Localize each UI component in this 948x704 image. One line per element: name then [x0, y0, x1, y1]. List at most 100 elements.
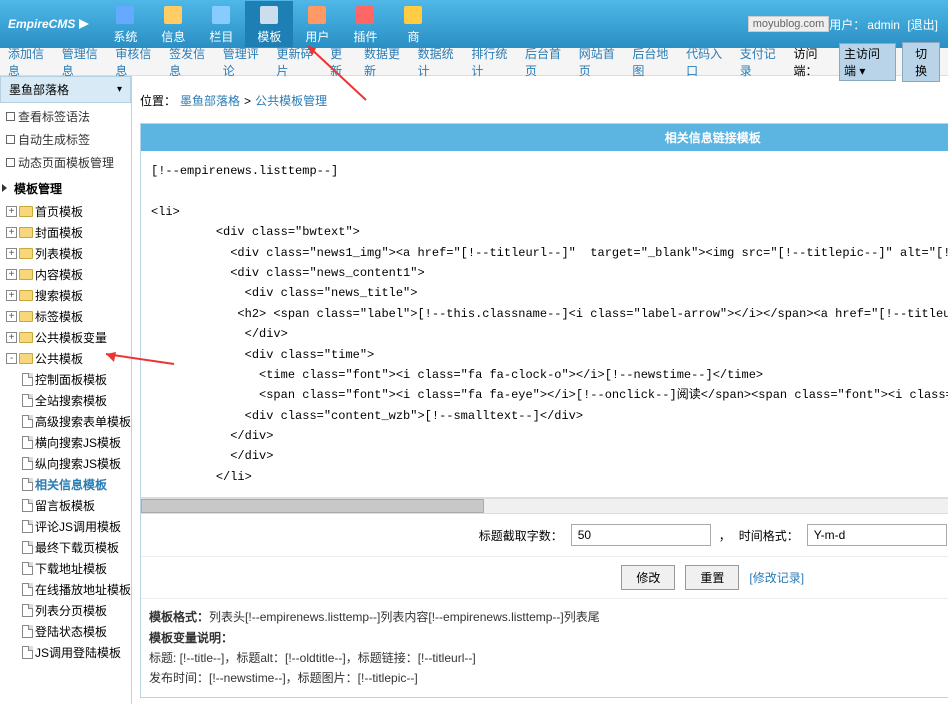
menu-数据统计[interactable]: 数据统计: [418, 45, 458, 79]
folder-icon: [19, 227, 33, 238]
menu-bar: 添加信息管理信息审核信息签发信息管理评论更新碎片更新数据更新数据统计排行统计后台…: [0, 48, 948, 76]
username-link[interactable]: admin: [867, 18, 900, 32]
template-code[interactable]: [!--empirenews.listtemp--] <li> <div cla…: [141, 151, 948, 498]
menu-更新碎片[interactable]: 更新碎片: [276, 45, 316, 79]
menu-更新[interactable]: 更新: [330, 45, 350, 79]
file-icon: [22, 373, 33, 386]
form-row: 标题截取字数： ， 时间格式：: [141, 514, 948, 557]
tree-item-纵向搜索JS模板[interactable]: 纵向搜索JS模板: [0, 453, 131, 474]
expand-icon[interactable]: +: [6, 248, 17, 259]
tree-item-全站搜索模板[interactable]: 全站搜索模板: [0, 390, 131, 411]
file-icon: [22, 457, 33, 470]
menu-后台首页[interactable]: 后台首页: [525, 45, 565, 79]
breadcrumb: 位置： 墨鱼部落格 > 公共模板管理 进入数据更新: [140, 82, 948, 123]
tree-item-评论JS调用模板[interactable]: 评论JS调用模板: [0, 516, 131, 537]
nav-icon: [257, 3, 281, 27]
panel-title: 相关信息链接模板: [141, 124, 948, 151]
menu-网站首页[interactable]: 网站首页: [579, 45, 619, 79]
tree-item-列表分页模板[interactable]: 列表分页模板: [0, 600, 131, 621]
menu-代码入口[interactable]: 代码入口: [686, 45, 726, 79]
file-icon: [22, 520, 33, 533]
file-icon: [22, 646, 33, 659]
expand-icon[interactable]: +: [6, 290, 17, 301]
menu-管理信息[interactable]: 管理信息: [62, 45, 102, 79]
file-icon: [22, 436, 33, 449]
tree-item-下载地址模板[interactable]: 下载地址模板: [0, 558, 131, 579]
tree-item-登陆状态模板[interactable]: 登陆状态模板: [0, 621, 131, 642]
menu-管理评论[interactable]: 管理评论: [223, 45, 263, 79]
quick-动态页面模板管理[interactable]: 动态页面模板管理: [0, 151, 131, 174]
folder-icon: [19, 269, 33, 280]
tree-item-留言板模板[interactable]: 留言板模板: [0, 495, 131, 516]
topnav-用户[interactable]: 用户: [293, 1, 341, 47]
tree-item-最终下载页模板[interactable]: 最终下载页模板: [0, 537, 131, 558]
tree-搜索模板[interactable]: +搜索模板: [0, 285, 131, 306]
file-icon: [22, 541, 33, 554]
expand-icon[interactable]: -: [6, 353, 17, 364]
expand-icon[interactable]: +: [6, 269, 17, 280]
menu-支付记录[interactable]: 支付记录: [740, 45, 780, 79]
sidebar: 墨鱼部落格▾ 查看标签语法自动生成标签动态页面模板管理 模板管理 +首页模板+封…: [0, 76, 132, 704]
file-icon: [22, 394, 33, 407]
topnav-系统[interactable]: 系统: [101, 1, 149, 47]
modify-log-link[interactable]: [修改记录]: [749, 569, 804, 586]
expand-icon[interactable]: +: [6, 227, 17, 238]
menu-排行统计[interactable]: 排行统计: [471, 45, 511, 79]
time-format-input[interactable]: [807, 524, 947, 546]
visit-select[interactable]: 主访问端 ▾: [839, 43, 896, 81]
horizontal-scrollbar[interactable]: [141, 498, 948, 514]
tree-item-JS调用登陆模板[interactable]: JS调用登陆模板: [0, 642, 131, 663]
quick-查看标签语法[interactable]: 查看标签语法: [0, 105, 131, 128]
nav-icon: [113, 3, 137, 27]
tree-标签模板[interactable]: +标签模板: [0, 306, 131, 327]
breadcrumb-link[interactable]: 墨鱼部落格: [180, 92, 240, 109]
tree-item-控制面板模板[interactable]: 控制面板模板: [0, 369, 131, 390]
watermark: moyublog.com: [748, 16, 830, 32]
tree-首页模板[interactable]: +首页模板: [0, 201, 131, 222]
main-area: 位置： 墨鱼部落格 > 公共模板管理 进入数据更新 相关信息链接模板 [!--e…: [132, 76, 948, 704]
tree-列表模板[interactable]: +列表模板: [0, 243, 131, 264]
sidebar-header[interactable]: 墨鱼部落格▾: [0, 76, 131, 103]
tree-item-横向搜索JS模板[interactable]: 横向搜索JS模板: [0, 432, 131, 453]
tree-封面模板[interactable]: +封面模板: [0, 222, 131, 243]
logout-link[interactable]: [退出]: [907, 18, 938, 32]
tree-item-相关信息模板[interactable]: 相关信息模板: [0, 474, 131, 495]
top-nav: 系统信息栏目模板用户插件商: [101, 1, 747, 47]
tree-内容模板[interactable]: +内容模板: [0, 264, 131, 285]
menu-数据更新[interactable]: 数据更新: [364, 45, 404, 79]
menu-添加信息[interactable]: 添加信息: [8, 45, 48, 79]
nav-icon: [209, 3, 233, 27]
expand-icon[interactable]: +: [6, 206, 17, 217]
topnav-商[interactable]: 商: [389, 1, 437, 47]
file-icon: [22, 583, 33, 596]
breadcrumb-current[interactable]: 公共模板管理: [255, 92, 327, 109]
reset-button[interactable]: 重置: [685, 565, 739, 590]
folder-icon: [19, 206, 33, 217]
tree-公共模板变量[interactable]: +公共模板变量: [0, 327, 131, 348]
tree-item-在线播放地址模板[interactable]: 在线播放地址模板: [0, 579, 131, 600]
tree-公共模板[interactable]: -公共模板: [0, 348, 131, 369]
user-box: 用户：admin [退出]: [829, 16, 940, 33]
topnav-信息[interactable]: 信息: [149, 1, 197, 47]
arrow-icon: [79, 19, 89, 29]
topnav-插件[interactable]: 插件: [341, 1, 389, 47]
topnav-模板[interactable]: 模板: [245, 1, 293, 47]
folder-icon: [19, 332, 33, 343]
menu-后台地图[interactable]: 后台地图: [632, 45, 672, 79]
folder-icon: [19, 248, 33, 259]
file-icon: [22, 604, 33, 617]
nav-icon: [161, 3, 185, 27]
expand-icon[interactable]: +: [6, 311, 17, 322]
expand-icon[interactable]: +: [6, 332, 17, 343]
modify-button[interactable]: 修改: [621, 565, 675, 590]
nav-icon: [305, 3, 329, 27]
folder-icon: [19, 290, 33, 301]
topnav-栏目[interactable]: 栏目: [197, 1, 245, 47]
quick-自动生成标签[interactable]: 自动生成标签: [0, 128, 131, 151]
nav-icon: [401, 3, 425, 27]
menu-签发信息[interactable]: 签发信息: [169, 45, 209, 79]
menu-审核信息[interactable]: 审核信息: [115, 45, 155, 79]
title-length-input[interactable]: [571, 524, 711, 546]
tree-item-高级搜索表单模板[interactable]: 高级搜索表单模板: [0, 411, 131, 432]
logo: EmpireCMS: [8, 17, 89, 31]
